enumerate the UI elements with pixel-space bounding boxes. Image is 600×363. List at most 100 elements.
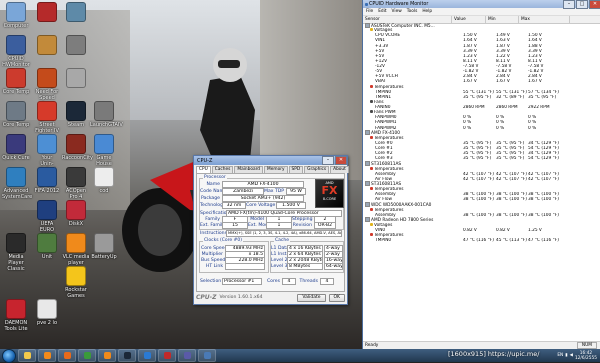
desktop-icon[interactable]: cod <box>90 167 118 194</box>
tab-spd[interactable]: SPD <box>288 166 304 173</box>
sensor-min: 42 °C (107 °F) <box>496 176 527 182</box>
menu-edit[interactable]: Edit <box>378 9 386 14</box>
desktop-icon[interactable]: pve 2 lo <box>33 299 61 326</box>
tab-cpu[interactable]: CPU <box>196 166 211 173</box>
desktop-icon-label: ACOpen Pro 4 <box>65 188 87 200</box>
desktop-icon[interactable]: Need For Speed <box>33 68 61 101</box>
close-button[interactable]: ✕ <box>335 156 347 165</box>
desktop-icon[interactable]: FIFA 2012 <box>33 167 61 194</box>
desktop-icon[interactable]: LaunchGTAIV <box>90 101 123 128</box>
level3-way: 64-way <box>324 263 343 270</box>
ie-icon <box>143 352 151 359</box>
tab-graphics[interactable]: Graphics <box>304 166 330 173</box>
tab-mainboard[interactable]: Mainboard <box>234 166 264 173</box>
desktop-icon-image <box>37 167 57 187</box>
desktop-icon-image <box>66 134 86 154</box>
menu-view[interactable]: View <box>392 9 402 14</box>
ok-button[interactable]: OK <box>328 293 345 302</box>
desktop-icon[interactable]: BatteryUp <box>90 233 118 260</box>
cpuz-window: CPU-Z – ✕ CPU Caches Mainboard Memory SP… <box>193 155 349 305</box>
thermometer-icon <box>370 166 373 170</box>
minimize-button[interactable]: – <box>563 0 575 9</box>
desktop-icon-label: Computer <box>3 23 29 29</box>
sensor-max: 1.25 V <box>528 228 542 234</box>
desktop-icon[interactable]: Rockstar Games <box>62 266 90 299</box>
sensor-min: 45 °C (113 °F) <box>496 238 527 244</box>
desktop-icon[interactable]: Core Temp <box>2 68 30 95</box>
desktop-icon[interactable]: Advanced SystemCare <box>2 167 33 200</box>
maximize-button[interactable]: □ <box>576 0 588 9</box>
volume-icon[interactable]: ◀ <box>570 353 573 358</box>
sensor-min: 0.82 V <box>496 228 510 234</box>
taskbar-app-vlc[interactable] <box>98 349 116 362</box>
desktop-icon[interactable]: Computer <box>2 2 30 29</box>
explorer-icon <box>23 352 31 359</box>
desktop-icon-image <box>66 68 86 88</box>
desktop-icon-label: FIFA 2012 <box>34 188 60 194</box>
processor-selection-dropdown[interactable]: Processor #1 <box>222 278 262 285</box>
taskbar-app-hwmonitor[interactable] <box>198 349 216 362</box>
desktop-icon[interactable]: Media Player Classic <box>2 233 30 272</box>
hwmonitor-titlebar[interactable]: CPUID Hardware Monitor – □ ✕ <box>363 0 600 9</box>
amd-logo-fx: FX <box>321 184 338 197</box>
sensor-max: 1.67 V <box>528 79 542 85</box>
taskbar-app-cpu-z[interactable] <box>178 349 196 362</box>
menu-help[interactable]: Help <box>422 9 432 14</box>
menu-file[interactable]: File <box>366 9 373 14</box>
tab-memory[interactable]: Memory <box>264 166 288 173</box>
taskbar-app-explorer[interactable] <box>18 349 36 362</box>
column-min[interactable]: Min <box>486 16 519 23</box>
network-icon[interactable]: ▮ <box>565 353 567 358</box>
desktop-icon[interactable]: Core Temp <box>2 101 30 128</box>
desktop-icon-image <box>94 233 114 253</box>
taskbar-app-media-player[interactable] <box>38 349 56 362</box>
minimize-button[interactable]: – <box>322 156 334 165</box>
desktop-icon[interactable]: Game House <box>90 134 118 167</box>
desktop-icon[interactable] <box>62 35 90 56</box>
close-button[interactable]: ✕ <box>589 0 600 9</box>
desktop-icon[interactable] <box>62 68 90 89</box>
chrome-icon <box>83 352 91 359</box>
sensor-value: 2860 RPM <box>463 105 485 111</box>
fan-icon <box>370 99 373 103</box>
taskbar-app-ie[interactable] <box>138 349 156 362</box>
ext-family-label: Ext. Family <box>200 223 226 228</box>
desktop-icon[interactable] <box>33 2 61 23</box>
desktop-icon[interactable]: DiskX <box>62 200 90 227</box>
column-max[interactable]: Max <box>519 16 570 23</box>
desktop-icon[interactable] <box>33 35 61 56</box>
desktop-icon[interactable]: Street Fighter IV <box>33 101 61 134</box>
max-tdp: 95 W <box>286 188 306 195</box>
column-value[interactable]: Value <box>452 16 486 23</box>
desktop-icon[interactable]: RaccoonCity <box>62 134 93 161</box>
desktop-icon[interactable]: DAEMON Tools Lite <box>2 299 30 332</box>
num-lock-indicator: NUM <box>576 342 597 349</box>
desktop-icon[interactable]: Unit <box>33 233 61 260</box>
validate-button[interactable]: Validate <box>297 293 326 302</box>
tab-caches[interactable]: Caches <box>211 166 234 173</box>
desktop-icon-image <box>66 101 86 121</box>
sensor-row[interactable]: TMPIN0 47 °C (116 °F) 45 °C (113 °F) 47 °C … <box>363 238 600 243</box>
taskbar-app-chrome[interactable] <box>78 349 96 362</box>
tab-about[interactable]: About <box>330 166 349 173</box>
cpu-z-icon <box>183 352 191 359</box>
hwmonitor-menubar: File Edit View Tools Help <box>363 8 600 16</box>
desktop-icon[interactable]: Steam <box>62 101 90 128</box>
cpuz-titlebar[interactable]: CPU-Z – ✕ <box>194 156 347 165</box>
clock[interactable]: 16:42 12/6/2555 <box>575 351 597 361</box>
desktop-icon-label: Advanced SystemCare <box>2 188 33 200</box>
desktop-icon[interactable]: ACOpen Pro 4 <box>62 167 90 200</box>
taskbar-app-firefox[interactable] <box>58 349 76 362</box>
menu-tools[interactable]: Tools <box>407 9 418 14</box>
desktop-icon[interactable] <box>62 2 90 23</box>
desktop-icon[interactable]: CPUID HWMonitor <box>2 35 30 68</box>
sensor-min: 38 °C (100 °F) <box>496 197 527 203</box>
taskbar-app-steam[interactable] <box>118 349 136 362</box>
ext-model-label: Ext. Model <box>248 223 273 228</box>
sensor-min: 38 °C (100 °F) <box>496 212 527 218</box>
desktop-icon[interactable]: VLC media player <box>62 233 90 266</box>
desktop-icon[interactable]: Quick Cure <box>2 134 30 161</box>
taskbar-app-shortcut[interactable] <box>158 349 176 362</box>
start-button[interactable] <box>2 348 16 363</box>
language-indicator[interactable]: EN <box>557 353 563 358</box>
